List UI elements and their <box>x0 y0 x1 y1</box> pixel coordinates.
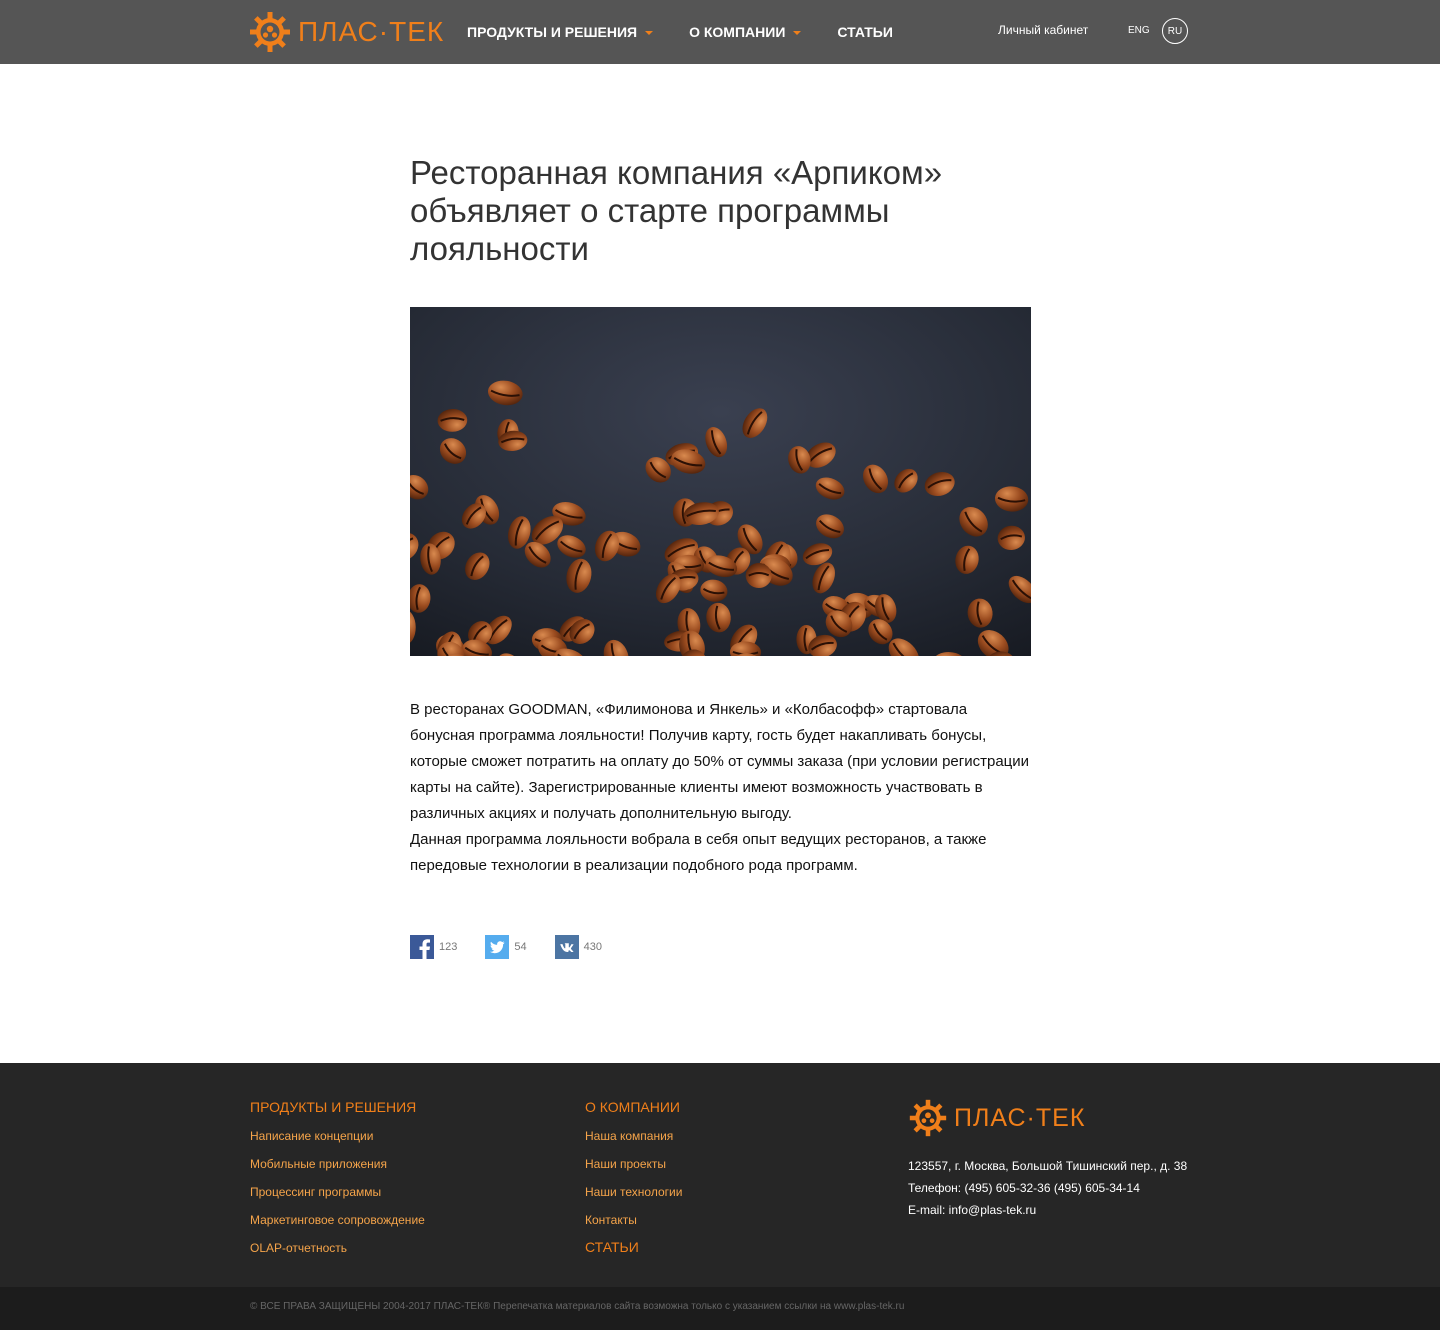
lang-eng-button[interactable]: ENG <box>1128 25 1150 36</box>
footer-link[interactable]: OLAP-отчетность <box>250 1240 425 1256</box>
main-nav: ПРОДУКТЫ И РЕШЕНИЯ О КОМПАНИИ СТАТЬИ <box>467 0 929 64</box>
logo-text: ПЛАС·ТЕК <box>298 16 445 47</box>
chevron-down-icon <box>793 30 802 35</box>
facebook-count: 123 <box>439 941 458 953</box>
twitter-count: 54 <box>514 941 527 953</box>
footer-link[interactable]: Написание концепции <box>250 1128 425 1144</box>
footer-contacts: 123557, г. Москва, Большой Тишинский пер… <box>908 1155 1187 1221</box>
lang-ru-button[interactable]: RU <box>1162 18 1188 44</box>
site-footer <box>0 1063 1440 1287</box>
footer-link[interactable]: Маркетинговое сопровождение <box>250 1212 425 1228</box>
copyright-bar: © ВСЕ ПРАВА ЗАЩИЩЕНЫ 2004-2017 ПЛАС-ТЕК®… <box>0 1287 1440 1330</box>
footer-email[interactable]: E-mail: info@plas-tek.ru <box>908 1199 1187 1221</box>
nav-products[interactable]: ПРОДУКТЫ И РЕШЕНИЯ <box>467 24 654 40</box>
vk-count: 430 <box>583 941 602 953</box>
share-facebook-button[interactable]: 123 <box>410 935 457 959</box>
nav-company-label: О КОМПАНИИ <box>689 24 786 40</box>
footer-products-heading[interactable]: ПРОДУКТЫ И РЕШЕНИЯ <box>250 1098 425 1116</box>
footer-address: 123557, г. Москва, Большой Тишинский пер… <box>908 1159 1188 1173</box>
gear-logo-icon <box>250 12 290 52</box>
article-paragraph: Данная программа лояльности вобрала в се… <box>410 831 987 874</box>
gear-logo-icon <box>909 1099 947 1137</box>
footer-link[interactable]: Наша компания <box>585 1128 682 1144</box>
facebook-icon <box>410 935 434 959</box>
footer-company-column: О КОМПАНИИ Наша компания Наши проекты На… <box>585 1098 682 1256</box>
footer-phone: Телефон: (495) 605-32-36 (495) 605-34-14 <box>908 1181 1140 1195</box>
article-paragraph: В ресторанах GOODMAN, «Филимонова и Янке… <box>410 701 1030 822</box>
nav-articles-label: СТАТЬИ <box>837 24 893 40</box>
footer-link[interactable]: Процессинг программы <box>250 1184 425 1200</box>
footer-products-column: ПРОДУКТЫ И РЕШЕНИЯ Написание концепции М… <box>250 1098 425 1256</box>
share-twitter-button[interactable]: 54 <box>485 935 527 959</box>
twitter-icon <box>485 935 510 959</box>
site-header: ПЛАС·ТЕК ПРОДУКТЫ И РЕШЕНИЯ О КОМПАНИИ С… <box>0 0 1440 64</box>
footer-link[interactable]: Наши технологии <box>585 1184 682 1200</box>
share-vk-button[interactable]: 430 <box>554 935 602 959</box>
coffee-beans-image <box>410 307 1031 656</box>
article-title: Ресторанная компания «Арпиком» объявляет… <box>410 154 943 267</box>
nav-articles[interactable]: СТАТЬИ <box>837 24 893 40</box>
chevron-down-icon <box>645 30 654 35</box>
footer-logo-text: ПЛАС·ТЕК <box>954 1103 1086 1132</box>
footer-link[interactable]: Мобильные приложения <box>250 1156 425 1172</box>
nav-company[interactable]: О КОМПАНИИ <box>689 24 802 40</box>
article-body: В ресторанах GOODMAN, «Филимонова и Янке… <box>410 697 1035 879</box>
footer-link[interactable]: Наши проекты <box>585 1156 682 1172</box>
article-image <box>410 307 1031 656</box>
footer-articles-heading[interactable]: СТАТЬИ <box>585 1238 682 1256</box>
nav-products-label: ПРОДУКТЫ И РЕШЕНИЯ <box>467 24 638 40</box>
footer-logo[interactable]: ПЛАС·ТЕК <box>908 1098 1085 1138</box>
share-bar: 123 54 430 <box>410 935 630 959</box>
footer-company-heading[interactable]: О КОМПАНИИ <box>585 1098 682 1116</box>
vk-icon <box>554 935 579 959</box>
footer-link[interactable]: Контакты <box>585 1212 682 1228</box>
personal-account-link[interactable]: Личный кабинет <box>998 23 1088 37</box>
site-logo[interactable]: ПЛАС·ТЕК <box>248 9 444 55</box>
copyright-text: © ВСЕ ПРАВА ЗАЩИЩЕНЫ 2004-2017 ПЛАС-ТЕК®… <box>250 1301 905 1312</box>
